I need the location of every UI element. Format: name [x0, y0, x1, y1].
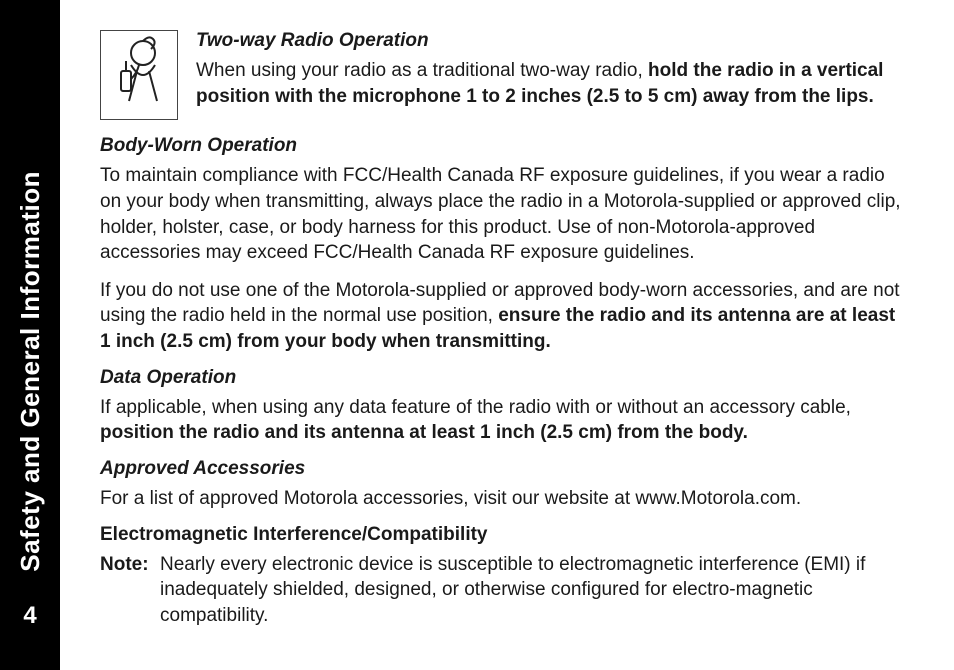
- body-worn-p2: If you do not use one of the Motorola-su…: [100, 278, 910, 355]
- page-number: 4: [23, 602, 36, 630]
- emi-heading: Electromagnetic Interference/Compatibili…: [100, 524, 910, 546]
- two-way-body: When using your radio as a traditional t…: [196, 58, 910, 109]
- page-content: Two-way Radio Operation When using your …: [100, 30, 910, 629]
- body-worn-heading: Body-Worn Operation: [100, 135, 910, 157]
- emi-note-row: Note: Nearly every electronic device is …: [100, 552, 910, 629]
- two-way-section: Two-way Radio Operation When using your …: [100, 30, 910, 121]
- radio-user-illustration: [100, 30, 178, 120]
- side-tab: Safety and General Information 4: [0, 0, 60, 670]
- body-worn-p1: To maintain compliance with FCC/Health C…: [100, 163, 910, 266]
- approved-body: For a list of approved Motorola accessor…: [100, 486, 910, 512]
- side-section-title: Safety and General Information: [15, 171, 46, 572]
- emi-note-body: Nearly every electronic device is suscep…: [160, 552, 910, 629]
- note-label: Note:: [100, 552, 160, 629]
- two-way-text-block: Two-way Radio Operation When using your …: [196, 30, 910, 121]
- two-way-heading: Two-way Radio Operation: [196, 30, 910, 52]
- approved-heading: Approved Accessories: [100, 458, 910, 480]
- data-op-bold: position the radio and its antenna at le…: [100, 422, 748, 443]
- data-op-heading: Data Operation: [100, 367, 910, 389]
- two-way-text-prefix: When using your radio as a traditional t…: [196, 60, 648, 81]
- data-op-body: If applicable, when using any data featu…: [100, 395, 910, 446]
- data-op-prefix: If applicable, when using any data featu…: [100, 397, 851, 418]
